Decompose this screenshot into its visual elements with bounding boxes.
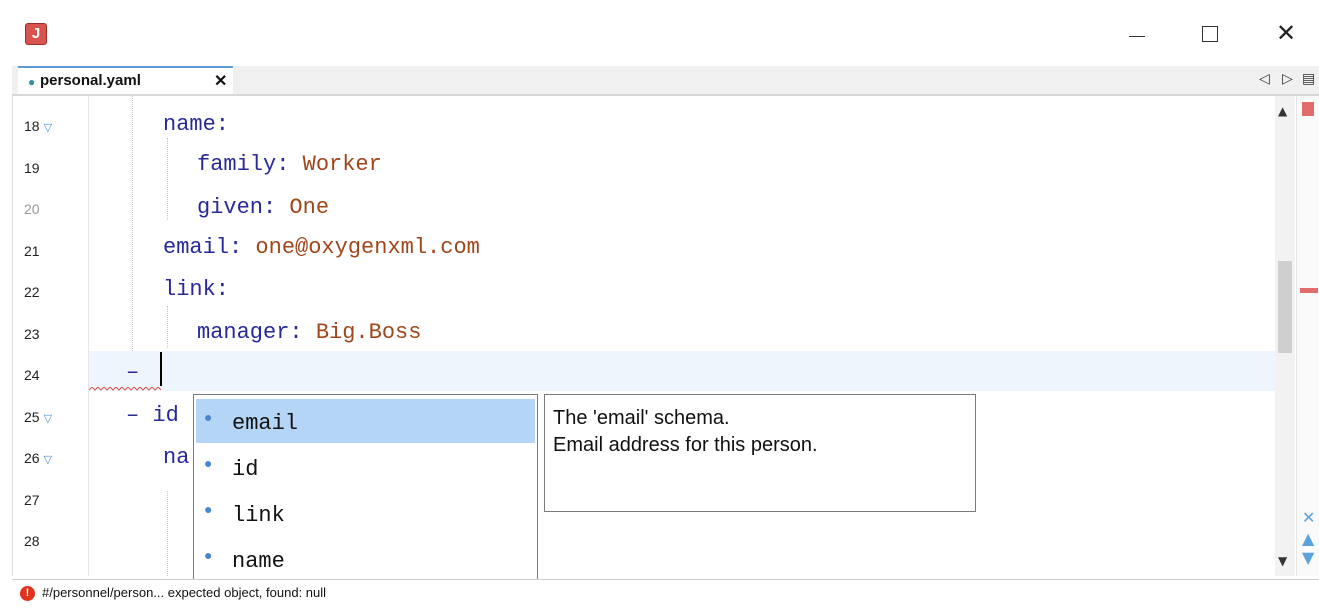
code-line-21: email: one@oxygenxml.com — [163, 235, 480, 260]
line-number: 20 — [24, 201, 76, 217]
code-line-23: manager: Big.Boss — [197, 320, 421, 345]
list-dash: – — [126, 403, 140, 428]
completion-item-label: link — [232, 503, 285, 528]
tab-list-menu-icon[interactable]: ▤ — [1302, 71, 1315, 87]
error-icon: ! — [20, 586, 35, 601]
line-number: 27 — [24, 492, 76, 508]
line-number: 24 — [24, 367, 76, 383]
yaml-value: Worker — [302, 152, 382, 177]
editor-tab-bar: ● personal.yaml ✕ ◁ ▷ ▤ — [12, 66, 1319, 96]
line-number-text: 20 — [24, 201, 40, 217]
fold-toggle-icon[interactable]: ▽ — [44, 454, 52, 466]
minimize-button[interactable] — [1117, 16, 1157, 50]
yaml-value: Big.Boss — [315, 320, 422, 345]
error-marker[interactable] — [1300, 288, 1318, 293]
scroll-down-icon[interactable]: ▼ — [1278, 554, 1287, 568]
completion-item[interactable]: ● id — [196, 445, 535, 489]
completion-item[interactable]: ● name — [196, 537, 535, 581]
code-line-25: – id — [126, 403, 179, 428]
line-number-text: 21 — [24, 243, 40, 259]
yaml-key: manager: — [197, 320, 303, 345]
line-number: 22 — [24, 284, 76, 300]
doc-title: The 'email' schema. — [553, 407, 730, 429]
vertical-scrollbar[interactable]: ▲ ▼ — [1275, 96, 1295, 576]
line-number: 26 ▽ — [24, 450, 76, 466]
error-squiggle — [89, 387, 161, 391]
list-dash: – — [126, 360, 140, 385]
scroll-up-icon[interactable]: ▲ — [1278, 104, 1287, 118]
completion-documentation-popup: The 'email' schema. Email address for th… — [544, 394, 976, 512]
line-number: 25 ▽ — [24, 409, 76, 425]
modified-dot-icon: ● — [28, 75, 36, 89]
indent-guide — [167, 306, 168, 348]
tab-personal-yaml[interactable]: ● personal.yaml ✕ — [18, 66, 233, 94]
minimize-icon — [1129, 36, 1145, 37]
content-completion-list[interactable]: ● email ● id ● link ● name — [193, 394, 538, 598]
code-line-24: – — [126, 360, 139, 385]
scrollbar-thumb[interactable] — [1278, 261, 1292, 353]
code-line-26: na — [163, 445, 189, 470]
line-number-text: 28 — [24, 533, 40, 549]
error-summary-marker[interactable] — [1302, 102, 1314, 116]
yaml-value: One — [289, 195, 330, 220]
completion-item-label: id — [232, 457, 259, 482]
code-line-19: family: Worker — [197, 152, 382, 177]
next-error-icon[interactable]: ▼ — [1302, 548, 1314, 567]
line-number-text: 25 — [24, 409, 40, 425]
fold-toggle-icon[interactable]: ▽ — [44, 413, 52, 425]
indent-guide — [132, 96, 133, 351]
bullet-icon: ● — [204, 501, 213, 517]
fold-toggle-icon[interactable]: ▽ — [44, 122, 52, 134]
line-number: 23 — [24, 326, 76, 342]
line-number-text: 24 — [24, 367, 40, 383]
bullet-icon: ● — [204, 547, 213, 563]
close-button[interactable]: ✕ — [1266, 16, 1306, 50]
current-line-highlight — [89, 351, 1275, 391]
indent-guide — [167, 491, 168, 576]
maximize-button[interactable] — [1190, 16, 1230, 50]
line-number-text: 23 — [24, 326, 40, 342]
yaml-key: name: — [163, 112, 230, 137]
bullet-icon: ● — [204, 409, 213, 425]
yaml-key: link: — [163, 277, 230, 302]
line-number: 19 — [24, 160, 76, 176]
line-number-text: 22 — [24, 284, 40, 300]
line-number: 28 — [24, 533, 76, 549]
line-number: 18 ▽ — [24, 118, 76, 134]
yaml-key: given: — [197, 195, 277, 220]
yaml-value: one@oxygenxml.com — [255, 235, 480, 260]
doc-description: Email address for this person. — [553, 434, 818, 456]
tab-scroll-right-icon[interactable]: ▷ — [1282, 71, 1293, 87]
previous-error-icon[interactable]: ▲ — [1302, 529, 1314, 548]
yaml-key: email: — [163, 235, 243, 260]
completion-item-label: name — [232, 549, 285, 574]
overview-ruler: ✕ ▲ ▼ — [1296, 96, 1319, 576]
code-line-22: link: — [163, 277, 229, 302]
text-caret — [160, 352, 162, 386]
app-icon: J — [25, 23, 47, 45]
line-number-text: 27 — [24, 492, 40, 508]
line-number-text: 18 — [24, 118, 40, 134]
code-line-18: name: — [163, 112, 229, 137]
status-bar: ! #/personnel/person... expected object,… — [12, 579, 1319, 608]
code-line-20: given: One — [197, 195, 329, 220]
line-number-text: 19 — [24, 160, 40, 176]
maximize-icon — [1202, 26, 1218, 42]
title-bar: J ✕ — [0, 0, 1319, 62]
indent-guide — [167, 138, 168, 220]
close-x-icon[interactable]: ✕ — [1302, 508, 1315, 527]
completion-item[interactable]: ● email — [196, 399, 535, 443]
line-number: 21 — [24, 243, 76, 259]
yaml-key-partial: id — [152, 403, 179, 428]
completion-item[interactable]: ● link — [196, 491, 535, 535]
tab-label: personal.yaml — [40, 72, 141, 89]
tab-scroll-left-icon[interactable]: ◁ — [1259, 71, 1270, 87]
bullet-icon: ● — [204, 455, 213, 471]
yaml-key-partial: na — [163, 445, 190, 470]
yaml-key: family: — [197, 152, 290, 177]
status-message[interactable]: #/personnel/person... expected object, f… — [42, 585, 326, 600]
line-number-text: 26 — [24, 450, 40, 466]
completion-item-label: email — [232, 411, 299, 436]
tab-close-icon[interactable]: ✕ — [214, 71, 227, 91]
